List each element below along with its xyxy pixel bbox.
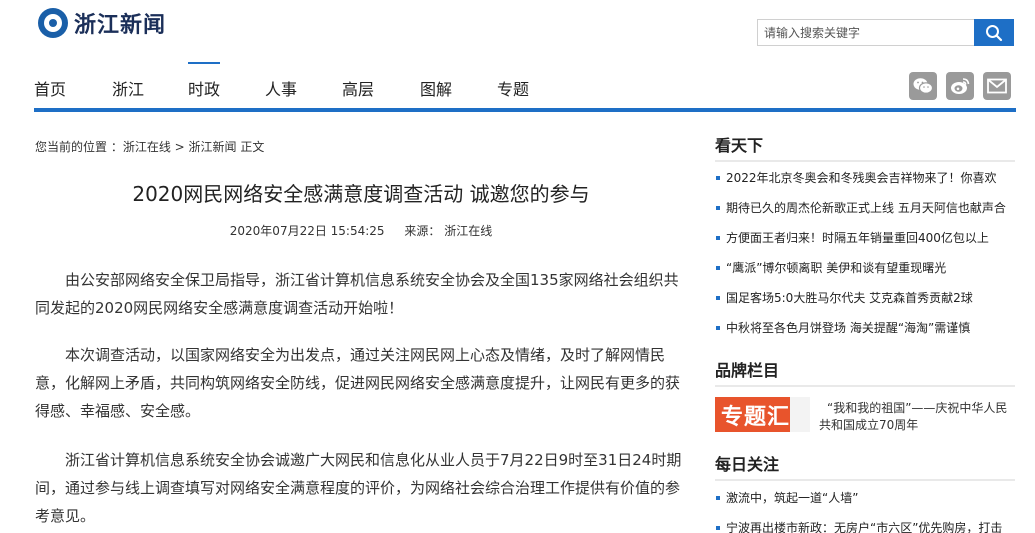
article-paragraph: 由公安部网络安全保卫局指导，浙江省计算机信息系统安全协会及全国135家网络社会组… [35,271,679,317]
sidebar-section-header: 看天下 [715,132,1015,162]
breadcrumb-current: 正文 [236,140,265,154]
list-item[interactable]: 方便面王者归来！时隔五年销量重回400亿包以上 [715,231,1015,261]
brand-topic-image[interactable]: 专题汇 [715,397,810,432]
site-logo[interactable]: 浙江新闻 [38,6,166,40]
article-meta: 2020年07月22日 15:54:25 来源： 浙江在线 [35,222,687,239]
article-datetime: 2020年07月22日 15:54:25 [229,224,385,238]
world-news-list: 2022年北京冬奥会和冬残奥会吉祥物来了！你喜欢 期待已久的周杰伦新歌正式上线 … [715,171,1015,351]
nav-item-politics[interactable]: 时政 [188,76,220,100]
wechat-icon [913,78,934,94]
breadcrumb-link-section[interactable]: 浙江新闻 [189,138,237,155]
divider [715,160,1015,162]
list-item[interactable]: 激流中，筑起一道“人墙” [715,491,1015,521]
nav-item-zhejiang[interactable]: 浙江 [112,76,144,100]
list-item[interactable]: 国足客场5:0大胜马尔代夫 艾克森首秀贡献2球 [715,291,1015,321]
main-nav: 首页 浙江 时政 人事 高层 图解 专题 [0,62,1035,108]
article-title: 2020网民网络安全感满意度调查活动 诚邀您的参与 [132,182,590,206]
wechat-share-button[interactable] [909,72,937,100]
nav-item-personnel[interactable]: 人事 [265,76,297,100]
search-input[interactable] [757,19,974,46]
article-paragraph: 本次调查活动，以国家网络安全为出发点，通过关注网民网上心态及情绪，及时了解网情民… [35,346,681,420]
divider [715,385,1015,387]
list-item[interactable]: 中秋将至各色月饼登场 海关提醒“海淘”需谨慎 [715,321,1015,351]
article-source: 来源： 浙江在线 [404,224,493,238]
list-item[interactable]: 2022年北京冬奥会和冬残奥会吉祥物来了！你喜欢 [715,171,1015,201]
sidebar-section-header: 每日关注 [715,451,1015,481]
breadcrumb-link-site[interactable]: 浙江在线 [123,138,171,155]
sidebar-section-title: 看天下 [715,136,764,155]
search-icon [986,24,1003,41]
list-item[interactable]: “鹰派”博尔顿离职 美伊和谈有望重现曙光 [715,261,1015,291]
sidebar-section-title: 品牌栏目 [715,361,780,380]
brand-topic-link[interactable]: “我和我的祖国”——庆祝中华人民共和国成立70周年 [819,400,1015,434]
logo-icon [38,8,68,38]
nav-item-leadership[interactable]: 高层 [342,76,374,100]
search-button[interactable] [974,19,1014,46]
sidebar-section-header: 品牌栏目 [715,357,1015,387]
nav-item-home[interactable]: 首页 [34,76,66,100]
sidebar-section-title: 每日关注 [715,455,780,474]
daily-focus-list: 激流中，筑起一道“人墙” 宁波再出楼市新政：无房户“市六区”优先购房，打击 [715,491,1015,533]
site-name: 浙江新闻 [74,13,167,38]
breadcrumb-prefix: 您当前的位置 ： [35,140,123,154]
weibo-icon [951,78,970,94]
search-bar [757,19,1014,46]
list-item[interactable]: 期待已久的周杰伦新歌正式上线 五月天阿信也献声合 [715,201,1015,231]
nav-underline-bar [34,108,1016,112]
nav-item-graphics[interactable]: 图解 [420,76,452,100]
email-share-button[interactable] [983,72,1011,100]
divider [715,479,1015,481]
nav-active-indicator [188,62,220,64]
breadcrumb: 您当前的位置 ：浙江在线 > 浙江新闻 正文 [35,138,264,155]
breadcrumb-separator: > [170,140,189,154]
weibo-share-button[interactable] [946,72,974,100]
nav-item-topics[interactable]: 专题 [497,76,529,100]
email-icon [987,78,1007,94]
article-paragraph: 浙江省计算机信息系统安全协会诚邀广大网民和信息化从业人员于7月22日9时至31日… [35,451,682,525]
list-item[interactable]: 宁波再出楼市新政：无房户“市六区”优先购房，打击 [715,521,1015,533]
